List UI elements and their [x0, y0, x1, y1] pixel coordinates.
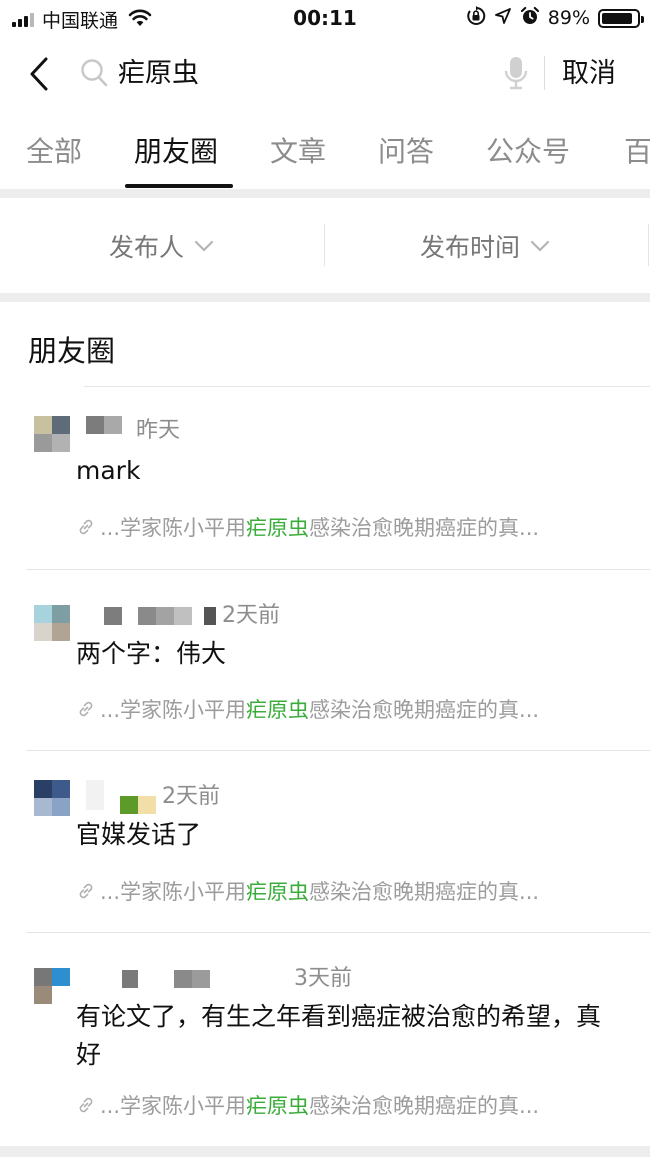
blurred-username: [122, 970, 210, 988]
battery-level: [602, 12, 633, 24]
post-text: 两个字：伟大: [76, 639, 227, 668]
link-icon: [76, 699, 96, 719]
blurred-username: [104, 607, 216, 625]
section-title: 朋友圈: [28, 334, 116, 368]
shared-link[interactable]: ...学家陈小平用 疟原虫 感染治愈晚期癌症的真...: [76, 512, 626, 542]
moment-result-item[interactable]: 3天前 有论文了，有生之年看到癌症被治愈的希望，真好 ...学家陈小平用 疟原虫感…: [0, 932, 650, 1146]
avatar: [34, 968, 70, 1004]
link-title-prefix: ...学家陈小平用: [100, 1094, 247, 1118]
filter-publisher-label: 发布人: [109, 233, 185, 262]
active-tab-indicator: [125, 184, 233, 188]
filter-publish-time[interactable]: 发布时间: [420, 228, 550, 264]
filter-row: 发布人 发布时间: [0, 198, 650, 293]
moment-result-item[interactable]: 昨天 mark ...学家陈小平用 疟原虫 感染治愈晚期癌症的真...: [0, 386, 650, 569]
link-icon: [76, 881, 96, 901]
orientation-lock-icon: [466, 6, 486, 30]
link-icon: [76, 517, 96, 537]
link-title-prefix: ...学家陈小平用: [100, 516, 247, 540]
alarm-icon: [520, 6, 540, 30]
shared-link[interactable]: ...学家陈小平用 疟原虫 感染治愈晚期癌症的真...: [76, 694, 626, 724]
category-tabs: 全部 朋友圈 文章 问答 公众号 百: [0, 110, 650, 190]
post-time: 2天前: [162, 784, 220, 809]
link-title-prefix: ...学家陈小平用: [100, 880, 247, 904]
link-icon: [76, 1095, 96, 1115]
link-keyword-highlight: 疟原虫: [246, 698, 310, 722]
status-bar-right: 89%: [466, 6, 644, 30]
battery-icon: [598, 8, 644, 28]
microphone-icon[interactable]: [504, 56, 528, 94]
blurred-username: [86, 416, 122, 434]
post-time: 昨天: [136, 418, 181, 443]
tab-qa[interactable]: 问答: [378, 130, 434, 170]
battery-percent: 89%: [547, 7, 590, 29]
back-icon: [30, 57, 48, 91]
section-separator: [0, 293, 650, 302]
back-button[interactable]: [24, 54, 54, 94]
link-keyword-highlight: 疟原虫: [246, 1094, 310, 1118]
filter-divider: [324, 224, 325, 266]
link-title-suffix: 感染治愈晚期癌症的真...: [309, 1094, 540, 1118]
search-icon: [80, 58, 108, 92]
avatar: [34, 780, 70, 816]
shared-link[interactable]: ...学家陈小平用 疟原虫 感染治愈晚期癌症的真...: [76, 1090, 626, 1120]
location-icon: [494, 7, 512, 29]
post-time: 3天前: [294, 966, 352, 991]
link-title-prefix: ...学家陈小平用: [100, 698, 247, 722]
filter-divider: [648, 224, 649, 266]
moment-result-item[interactable]: 2天前 官媒发话了 ...学家陈小平用 疟原虫 感染治愈晚期癌症的真...: [0, 750, 650, 932]
avatar: [34, 605, 70, 641]
tab-baike[interactable]: 百: [624, 130, 650, 170]
status-bar: 中国联通 00:11 89%: [0, 0, 650, 36]
tab-all[interactable]: 全部: [26, 130, 82, 170]
link-keyword-highlight: 疟原虫: [246, 880, 310, 904]
post-text: mark: [76, 456, 141, 485]
avatar: [34, 416, 70, 452]
blurred-username: [120, 796, 156, 814]
filter-publisher[interactable]: 发布人: [109, 228, 214, 264]
search-divider: [544, 56, 545, 90]
search-input[interactable]: 疟原虫: [118, 54, 199, 94]
tab-official-accounts[interactable]: 公众号: [486, 130, 570, 170]
moment-result-item[interactable]: 2天前 两个字：伟大 ...学家陈小平用 疟原虫 感染治愈晚期癌症的真...: [0, 569, 650, 750]
link-title-suffix: 感染治愈晚期癌症的真...: [309, 698, 540, 722]
link-keyword-highlight: 疟原虫: [246, 516, 310, 540]
search-bar: 疟原虫 取消: [0, 36, 650, 110]
section-separator: [0, 189, 650, 198]
shared-link[interactable]: ...学家陈小平用 疟原虫 感染治愈晚期癌症的真...: [76, 876, 626, 906]
post-text: 有论文了，有生之年看到癌症被治愈的希望，真好: [76, 1002, 602, 1069]
link-title-suffix: 感染治愈晚期癌症的真...: [309, 880, 540, 904]
post-time: 2天前: [222, 603, 280, 628]
cancel-button[interactable]: 取消: [562, 54, 616, 94]
tab-articles[interactable]: 文章: [270, 130, 326, 170]
post-text: 官媒发话了: [76, 820, 202, 849]
tab-moments[interactable]: 朋友圈: [134, 130, 218, 170]
bottom-separator: [0, 1146, 650, 1157]
blurred-username: [86, 780, 104, 810]
filter-publish-time-label: 发布时间: [420, 233, 521, 262]
chevron-down-icon: [194, 240, 214, 252]
chevron-down-icon: [530, 240, 550, 252]
link-title-suffix: 感染治愈晚期癌症的真...: [309, 516, 540, 540]
